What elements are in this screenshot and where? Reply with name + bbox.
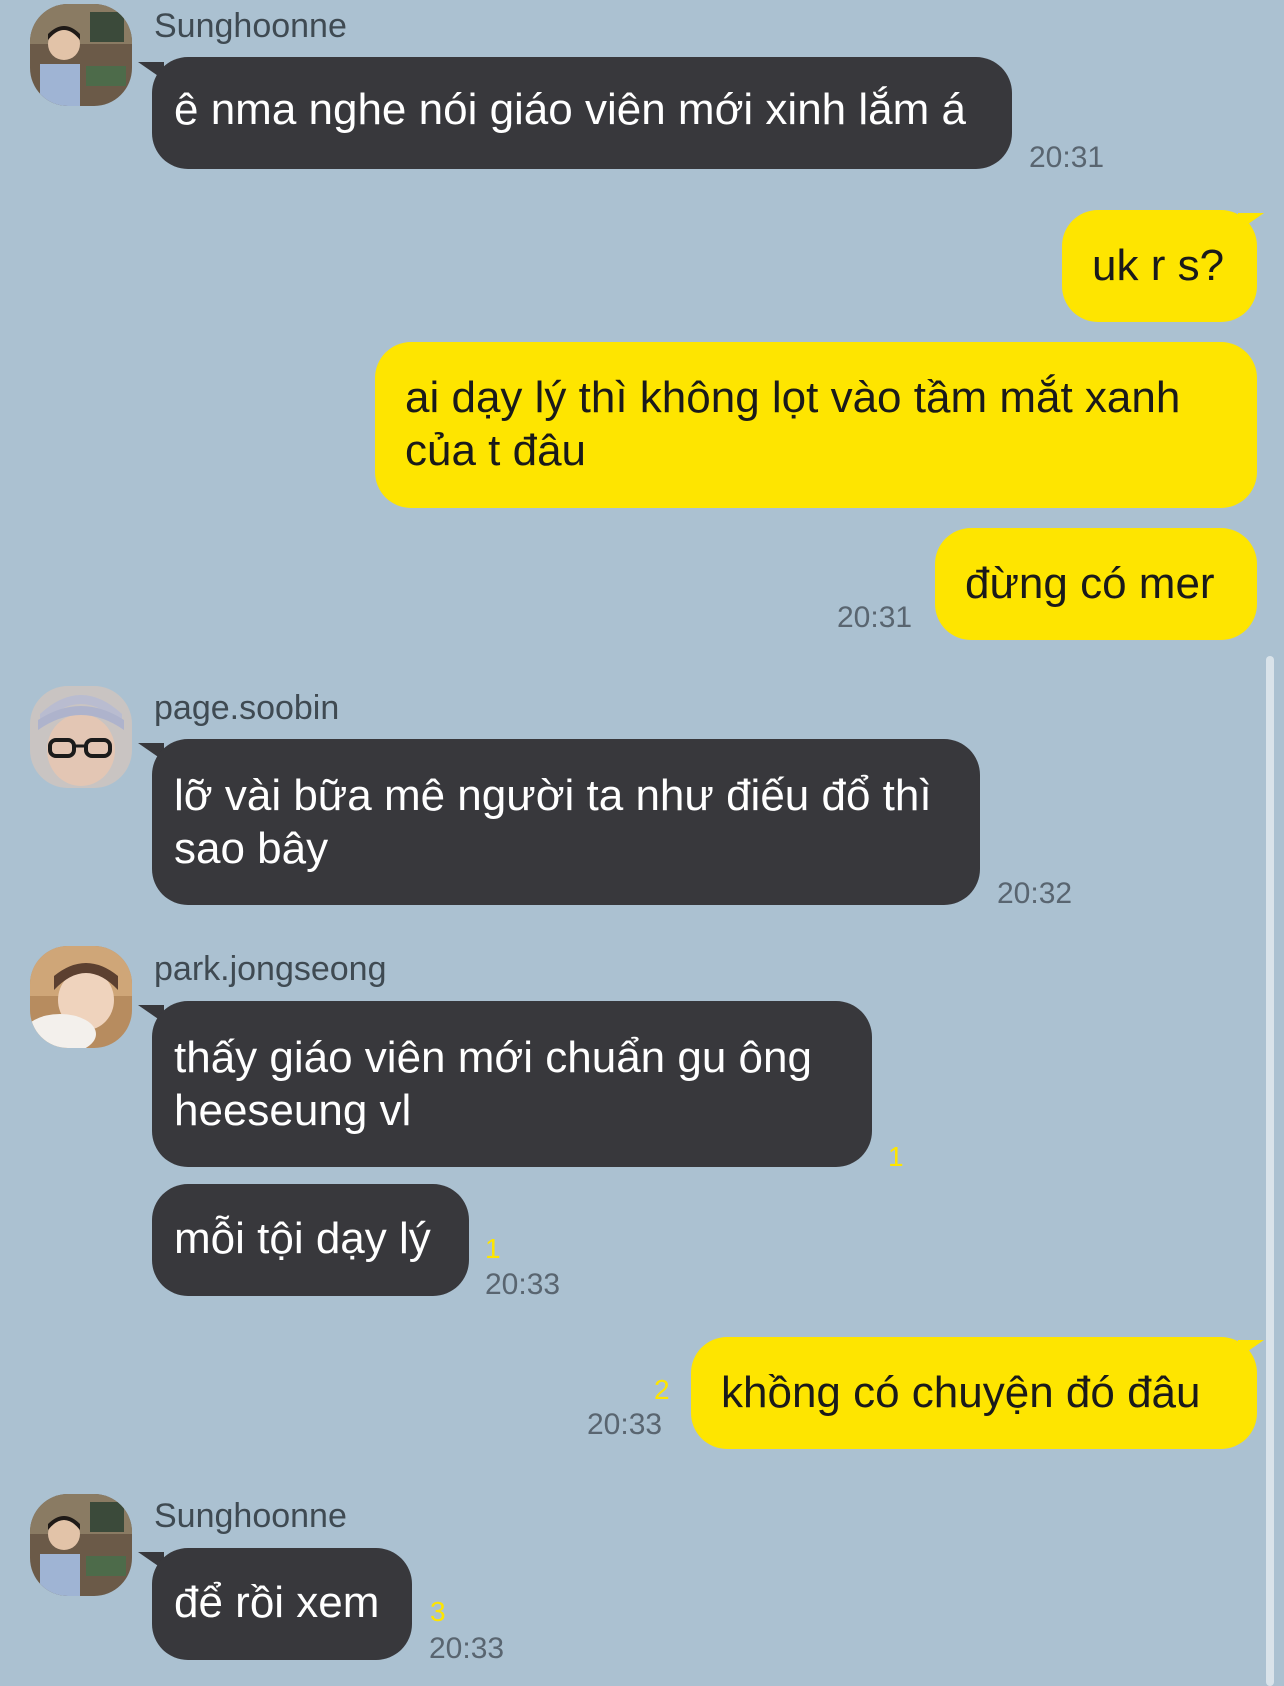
message-line: đừng có mer	[965, 559, 1215, 608]
message-line: mỗi tội dạy lý	[174, 1214, 431, 1263]
message-bubble[interactable]: ê nma nghe nói giáo viên mới xinh lắm á	[152, 57, 1012, 169]
scrollbar[interactable]	[1266, 656, 1274, 1686]
bubble-tail	[1238, 1340, 1264, 1358]
message-bubble[interactable]: uk r s?	[1062, 210, 1257, 322]
message-line: của t đâu	[405, 426, 587, 475]
message-bubble[interactable]: đừng có mer	[935, 528, 1257, 640]
message-line: heeseung vl	[174, 1086, 412, 1135]
message-bubble[interactable]: khồng có chuyện đó đâu	[691, 1337, 1257, 1449]
message-bubble[interactable]: ai dạy lý thì không lọt vào tầm mắt xanh…	[375, 342, 1257, 508]
sunghoonne-avatar[interactable]	[30, 4, 132, 106]
message-time: 20:33	[587, 1408, 663, 1441]
unread-count: 3	[430, 1596, 446, 1627]
unread-count: 1	[485, 1233, 501, 1264]
message-time: 20:31	[837, 601, 913, 634]
message-line: sao bây	[174, 824, 329, 873]
sunghoonne-avatar[interactable]	[30, 1494, 132, 1596]
sender-name: park.jongseong	[154, 950, 387, 988]
page-soobin-avatar[interactable]	[30, 686, 132, 788]
message-line: uk r s?	[1092, 241, 1225, 290]
message-bubble[interactable]: mỗi tội dạy lý	[152, 1184, 469, 1296]
unread-count: 2	[654, 1374, 670, 1405]
message-bubble[interactable]: thấy giáo viên mới chuẩn gu ông heeseung…	[152, 1001, 872, 1167]
message-time: 20:33	[429, 1632, 505, 1665]
park-jongseong-avatar[interactable]	[30, 946, 132, 1048]
sender-name: page.soobin	[154, 689, 340, 727]
message-line: ê nma nghe nói giáo viên mới xinh lắm á	[174, 85, 966, 134]
message-bubble[interactable]: lỡ vài bữa mê người ta như điếu đổ thì s…	[152, 739, 980, 905]
unread-count: 1	[888, 1141, 904, 1172]
message-line: để rồi xem	[174, 1578, 380, 1627]
message-line: ai dạy lý thì không lọt vào tầm mắt xanh	[405, 373, 1181, 422]
sender-name: Sunghoonne	[154, 1497, 347, 1535]
message-line: lỡ vài bữa mê người ta như điếu đổ thì	[174, 771, 932, 820]
message-line: khồng có chuyện đó đâu	[721, 1368, 1201, 1417]
message-time: 20:31	[1029, 141, 1105, 174]
message-time: 20:33	[485, 1268, 561, 1301]
message-time: 20:32	[997, 877, 1073, 910]
message-bubble[interactable]: để rồi xem	[152, 1548, 412, 1660]
message-line: thấy giáo viên mới chuẩn gu ông	[174, 1033, 812, 1082]
bubble-tail	[1238, 213, 1264, 231]
sender-name: Sunghoonne	[154, 7, 347, 45]
